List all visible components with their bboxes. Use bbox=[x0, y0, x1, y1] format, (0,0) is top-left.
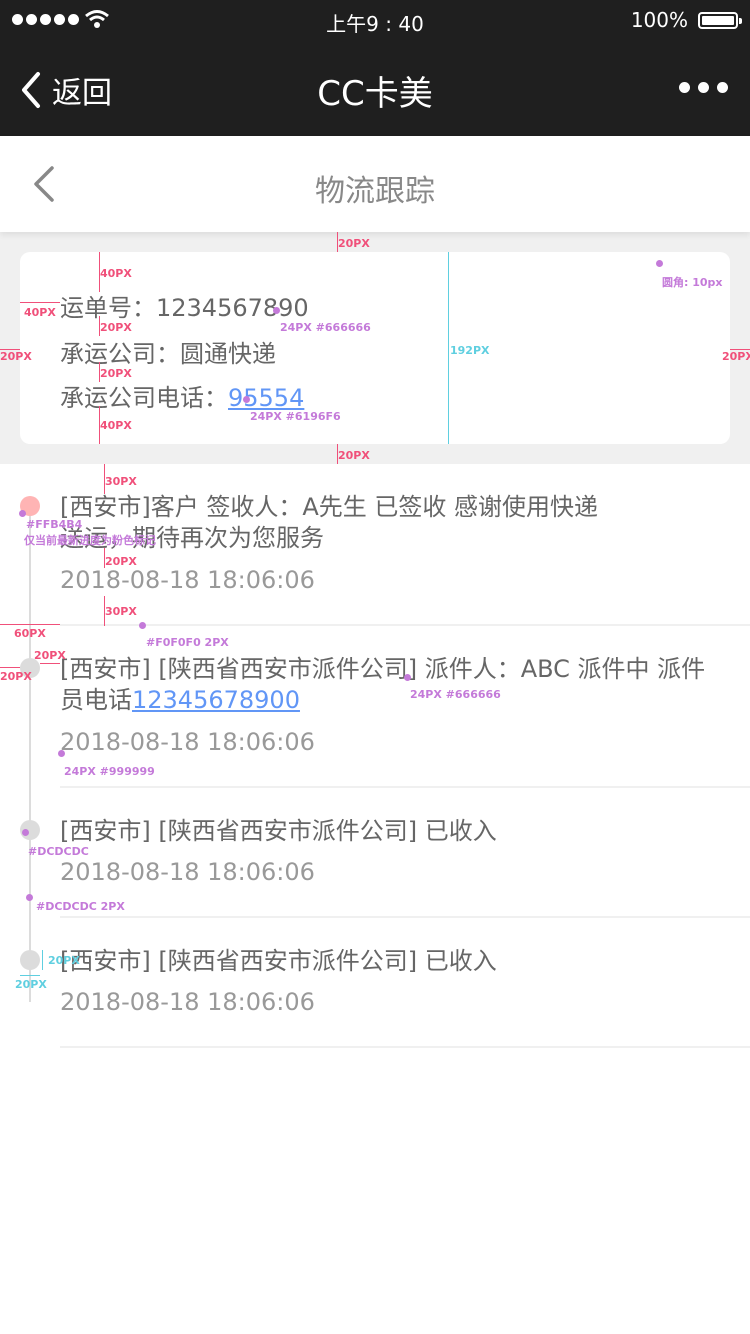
spacing-marker bbox=[40, 663, 60, 664]
annotation-pin bbox=[656, 260, 663, 267]
annotation-pin bbox=[26, 894, 33, 901]
annotation-label: 24PX #6196F6 bbox=[250, 410, 341, 423]
waybill-number-label: 运单号： bbox=[60, 294, 156, 322]
annotation-label: #DCDCDC 2PX bbox=[36, 900, 125, 913]
spacing-marker bbox=[0, 624, 60, 625]
waybill-card: 运单号：1234567890 承运公司：圆通快递 承运公司电话：95554 bbox=[20, 252, 730, 444]
annotation-label: 20PX bbox=[100, 321, 132, 334]
size-marker bbox=[20, 975, 40, 976]
wx-nav-title: CC卡美 bbox=[317, 74, 433, 114]
timeline-separator bbox=[60, 786, 750, 788]
wx-nav-bar: 返回 CC卡美 bbox=[0, 40, 750, 136]
carrier-phone-link[interactable]: 95554 bbox=[228, 384, 304, 412]
spacing-marker bbox=[20, 302, 60, 303]
annotation-label: 圆角: 10px bbox=[662, 276, 723, 289]
status-bar: 上午9 : 40 100% bbox=[0, 0, 750, 40]
waybill-number-row: 运单号：1234567890 bbox=[60, 288, 309, 323]
annotation-label: 40PX bbox=[100, 419, 132, 432]
annotation-label: #F0F0F0 2PX bbox=[146, 636, 229, 649]
annotation-label: 30PX bbox=[105, 605, 137, 618]
annotation-label: 20PX bbox=[0, 350, 32, 363]
annotation-label: 192PX bbox=[450, 344, 490, 357]
size-marker bbox=[42, 950, 43, 970]
progress-dot bbox=[20, 950, 40, 970]
annotation-label: 24PX #999999 bbox=[64, 765, 155, 778]
timeline-item-text: [西安市] [陕西省西安市派件公司] 派件人：ABC 派件中 派件员电话1234… bbox=[60, 654, 720, 716]
annotation-label: 40PX bbox=[100, 267, 132, 280]
timeline-text-line: [西安市]客户 签收人：A先生 已签收 感谢使用快递 bbox=[60, 493, 599, 521]
annotation-label: 20PX bbox=[0, 670, 32, 683]
height-marker bbox=[448, 252, 449, 444]
annotation-label: 24PX #666666 bbox=[410, 688, 501, 701]
timeline-line bbox=[29, 506, 31, 1002]
annotation-label: 20PX bbox=[15, 978, 47, 991]
annotation-pin bbox=[404, 674, 411, 681]
battery-percent: 100% bbox=[630, 8, 688, 32]
annotation-label: 60PX bbox=[14, 627, 46, 640]
annotation-label: 20PX bbox=[338, 237, 370, 250]
annotation-label: 20PX bbox=[338, 449, 370, 462]
timeline-separator bbox=[60, 1046, 750, 1048]
carrier-row: 承运公司：圆通快递 bbox=[60, 334, 276, 369]
annotation-pin bbox=[243, 396, 250, 403]
page-title: 物流跟踪 bbox=[315, 174, 435, 209]
annotation-pin bbox=[139, 622, 146, 629]
timeline-item-time: 2018-08-18 18:06:06 bbox=[60, 566, 315, 594]
timeline-item-text: [西安市] [陕西省西安市派件公司] 已收入 bbox=[60, 817, 497, 845]
annotation-pin bbox=[19, 510, 26, 517]
annotation-pin bbox=[273, 307, 280, 314]
annotation-label: #FFB4B4 bbox=[26, 518, 83, 531]
annotation-label: 20PX bbox=[100, 367, 132, 380]
annotation-label: 20PX bbox=[722, 350, 750, 363]
battery-icon bbox=[698, 12, 742, 29]
carrier-phone-label: 承运公司电话： bbox=[60, 384, 228, 412]
waybill-number: 1234567890 bbox=[156, 294, 309, 322]
annotation-pin bbox=[58, 750, 65, 757]
annotation-label: 仅当前最新进度为粉色标记 bbox=[24, 534, 156, 547]
annotation-label: #DCDCDC bbox=[28, 845, 89, 858]
timeline-item-time: 2018-08-18 18:06:06 bbox=[60, 858, 315, 886]
annotation-label: 24PX #666666 bbox=[280, 321, 371, 334]
carrier-label: 承运公司： bbox=[60, 340, 180, 368]
annotation-label: 40PX bbox=[24, 306, 56, 319]
timeline-item-time: 2018-08-18 18:06:06 bbox=[60, 728, 315, 756]
timeline-item-time: 2018-08-18 18:06:06 bbox=[60, 988, 315, 1016]
annotation-label: 30PX bbox=[105, 475, 137, 488]
page-header: 物流跟踪 bbox=[0, 136, 750, 232]
annotation-pin bbox=[22, 829, 29, 836]
spacing-marker bbox=[0, 667, 20, 668]
annotation-label: 20PX bbox=[34, 649, 66, 662]
carrier-phone-row: 承运公司电话：95554 bbox=[60, 378, 304, 413]
courier-phone-link[interactable]: 12345678900 bbox=[132, 686, 300, 714]
annotation-label: 20PX bbox=[48, 954, 80, 967]
timeline-item-text: [西安市]客户 签收人：A先生 已签收 感谢使用快递 送运，期待再次为您服务 bbox=[60, 492, 720, 554]
more-options-icon[interactable] bbox=[679, 82, 728, 93]
timeline-separator bbox=[60, 916, 750, 918]
timeline-separator bbox=[60, 624, 750, 626]
annotation-label: 20PX bbox=[105, 555, 137, 568]
carrier-name: 圆通快递 bbox=[180, 340, 276, 368]
timeline-item-text: [西安市] [陕西省西安市派件公司] 已收入 bbox=[60, 947, 497, 975]
